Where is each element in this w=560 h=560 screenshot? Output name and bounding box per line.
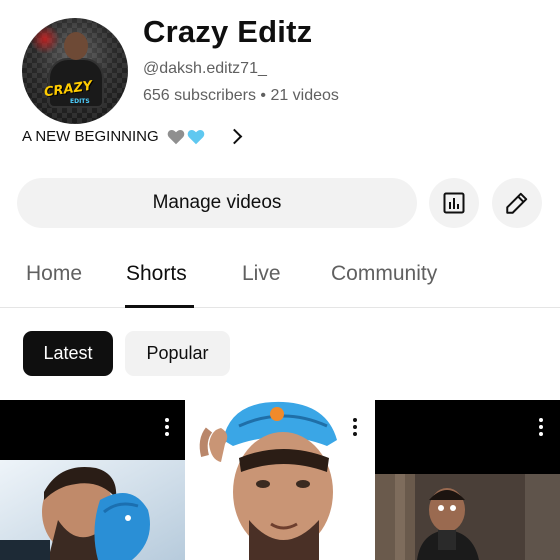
active-tab-indicator bbox=[125, 305, 194, 308]
filter-popular-chip[interactable]: Popular bbox=[125, 331, 230, 376]
channel-name: Crazy Editz bbox=[143, 14, 313, 49]
short-thumbnail-image bbox=[375, 400, 560, 560]
description-text: A NEW BEGINNING bbox=[22, 128, 159, 145]
blue-heart-icon bbox=[187, 129, 204, 144]
hearts bbox=[167, 129, 205, 145]
channel-meta: 656 subscribers • 21 videos bbox=[143, 87, 339, 104]
avatar-glow bbox=[30, 24, 60, 54]
avatar-logo-sub: EDITS bbox=[70, 98, 90, 105]
channel-tabs: Home Shorts Live Community bbox=[0, 250, 560, 308]
edit-channel-button[interactable] bbox=[492, 178, 542, 228]
manage-videos-button[interactable]: Manage videos bbox=[17, 178, 417, 228]
more-options-icon[interactable] bbox=[165, 418, 169, 436]
tab-live[interactable]: Live bbox=[242, 262, 281, 286]
channel-description[interactable]: A NEW BEGINNING bbox=[22, 128, 242, 145]
tab-home[interactable]: Home bbox=[26, 262, 82, 286]
more-options-icon[interactable] bbox=[353, 418, 357, 436]
channel-handle: @daksh.editz71_ bbox=[143, 60, 267, 77]
analytics-icon bbox=[443, 192, 465, 214]
chevron-right-icon[interactable] bbox=[226, 128, 242, 145]
short-thumbnail-image bbox=[187, 400, 373, 560]
filter-latest-chip[interactable]: Latest bbox=[23, 331, 113, 376]
more-options-icon[interactable] bbox=[539, 418, 543, 436]
analytics-button[interactable] bbox=[429, 178, 479, 228]
tab-community[interactable]: Community bbox=[331, 262, 437, 286]
grey-heart-icon bbox=[167, 129, 184, 144]
tab-shorts[interactable]: Shorts bbox=[126, 262, 187, 286]
short-thumbnail-image bbox=[0, 400, 185, 560]
pencil-icon bbox=[506, 192, 528, 214]
short-thumbnail[interactable] bbox=[375, 400, 560, 560]
avatar-figure-head bbox=[64, 32, 88, 60]
short-thumbnail[interactable] bbox=[187, 400, 373, 560]
short-thumbnail[interactable] bbox=[0, 400, 185, 560]
channel-avatar[interactable]: CRAZY EDITS bbox=[22, 18, 128, 124]
